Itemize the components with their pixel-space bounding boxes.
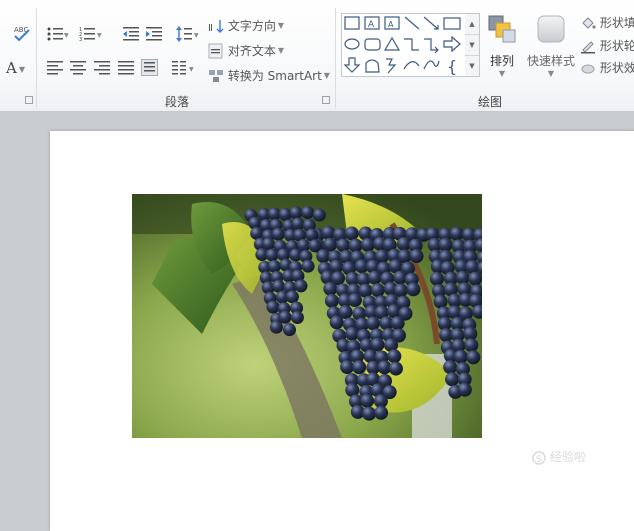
shape-effects-icon [581,64,595,73]
svg-text:▼: ▼ [97,32,102,39]
watermark-logo-icon: S [532,450,546,465]
font-dialog-launcher-icon[interactable] [25,96,33,104]
ribbon: ABC A ▼ ▼ 123 ▼ ▼ ▼ Ⅱ 文字方向 ▼ 对齐文本 ▼ 转换为 … [0,0,634,112]
numbering-icon[interactable]: 123 ▼ [79,26,103,42]
align-center-icon[interactable] [70,61,86,75]
shape-textbox [344,16,360,30]
justify-icon[interactable] [118,61,134,75]
paint-bucket-icon [582,16,596,29]
gallery-scroll-up-icon[interactable]: ▲ [465,14,479,35]
svg-text:A: A [388,20,394,29]
align-right-icon[interactable] [94,61,110,75]
svg-text:3: 3 [79,37,82,42]
shapes-gallery-grid: A A { [343,16,461,76]
paragraph-group-label: 段落 [165,95,190,109]
watermark: S 经验啦 [532,448,586,465]
convert-smartart-label: 转换为 SmartArt [227,69,322,83]
pencil-icon [581,40,595,53]
shape-fill-label: 形状填 [599,16,634,30]
svg-text:▼: ▼ [189,66,194,73]
watermark-text: 经验啦 [549,450,586,464]
font-group-separator [36,8,37,108]
shape-rounded-rect [364,38,381,51]
grapes-photo-image [132,194,482,438]
shape-triangle [383,36,401,51]
text-direction-button[interactable]: Ⅱ 文字方向 ▼ [208,17,284,34]
shape-rectangle [443,17,461,30]
svg-text:A: A [368,20,375,30]
shape-outline-label: 形状轮 [599,39,634,53]
arrange-label: 排列 [489,54,514,68]
decrease-indent-icon[interactable] [123,26,139,42]
ribbon-top-clipped [0,0,634,6]
svg-text:Ⅱ: Ⅱ [208,23,213,34]
chevron-down-icon: ▼ [547,69,555,78]
gallery-scroll-down-icon[interactable]: ▼ [465,35,479,56]
convert-smartart-button[interactable]: 转换为 SmartArt ▼ [208,67,330,84]
chevron-down-icon: ▼ [277,46,284,55]
text-direction-icon: Ⅱ [208,19,224,34]
gallery-more-icon[interactable]: ▼ [465,56,479,76]
svg-text:▼: ▼ [194,32,199,39]
smartart-icon [209,69,223,82]
shape-pentagon [365,59,380,73]
columns-icon[interactable]: ▼ [172,61,196,75]
grapes-photo[interactable] [132,194,482,438]
quick-styles-label: 快速样式 [526,54,575,68]
font-color-button[interactable]: A ▼ [6,59,25,77]
font-color-letter: A [6,59,17,77]
line-spacing-icon[interactable]: ▼ [176,25,200,43]
arrange-icon [488,15,516,43]
shape-brace: { [447,57,457,76]
chevron-down-icon: ▼ [323,71,330,80]
shape-right-arrow [443,35,461,53]
shape-curve [423,60,440,70]
distributed-icon[interactable] [141,59,158,76]
shape-effects-button[interactable]: 形状效 [580,59,634,76]
quick-styles-button[interactable]: 快速样式 ▼ [524,13,578,78]
arrange-button[interactable]: 排列 ▼ [484,13,520,78]
spell-check-icon[interactable]: ABC [12,24,32,42]
shape-oval [344,38,360,50]
svg-text:S: S [536,455,542,465]
shape-arrow-line [423,16,439,30]
shape-fill-button[interactable]: 形状填 [580,14,634,31]
shape-arc [403,61,420,70]
align-text-label: 对齐文本 [227,44,276,58]
align-text-button[interactable]: 对齐文本 ▼ [208,42,284,59]
increase-indent-icon[interactable] [146,26,162,42]
align-left-icon[interactable] [47,61,63,75]
align-text-icon [208,43,223,58]
quick-styles-icon [537,15,565,43]
shapes-gallery[interactable]: A A { [341,13,467,77]
chevron-down-icon: ▼ [498,69,506,78]
text-direction-label: 文字方向 [227,19,276,33]
shape-line [404,16,420,30]
shape-effects-label: 形状效 [599,61,634,75]
paragraph-dialog-launcher-icon[interactable] [322,96,330,104]
chevron-down-icon: ▼ [277,21,284,30]
paragraph-group-separator [335,8,336,108]
bullets-icon[interactable]: ▼ [47,26,69,42]
shapes-gallery-scroll[interactable]: ▲ ▼ ▼ [465,13,480,77]
svg-text:▼: ▼ [64,32,69,39]
chevron-down-icon: ▼ [18,64,25,74]
drawing-group-label: 绘图 [478,95,503,109]
shape-down-arrow [343,57,361,73]
shape-outline-button[interactable]: 形状轮 [580,37,634,54]
shape-elbow-connector [404,38,419,51]
shape-lightning [386,58,397,74]
